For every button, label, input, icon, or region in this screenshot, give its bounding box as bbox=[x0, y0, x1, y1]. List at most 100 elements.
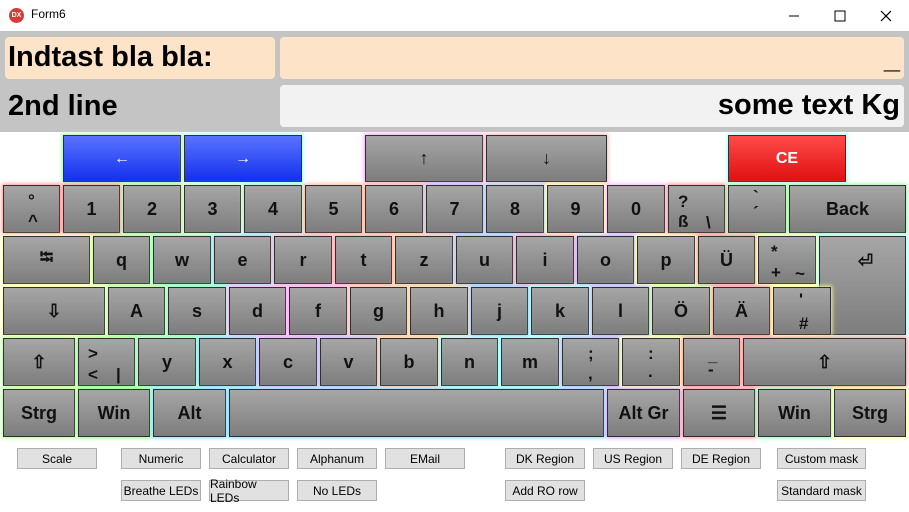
key-7[interactable]: 7 bbox=[426, 185, 483, 233]
key-altgr-char: ~ bbox=[795, 264, 805, 283]
add-ro-row-button[interactable]: Add RO row bbox=[505, 480, 585, 501]
key-9[interactable]: 9 bbox=[547, 185, 604, 233]
alphanum-button[interactable]: Alphanum bbox=[297, 448, 377, 469]
key-top-char: ; bbox=[588, 344, 594, 363]
arrow-down-key[interactable]: ↓ bbox=[486, 135, 607, 182]
scale-button[interactable]: Scale bbox=[17, 448, 97, 469]
key-q[interactable]: q bbox=[93, 236, 150, 284]
key-y[interactable]: y bbox=[138, 338, 196, 386]
key-bottom-char: < bbox=[88, 365, 98, 384]
key-8[interactable]: 8 bbox=[486, 185, 544, 233]
left-shift-key[interactable]: ⇧ bbox=[3, 338, 75, 386]
key-top-char: * bbox=[771, 242, 778, 261]
key-altgr-char: \ bbox=[706, 213, 711, 232]
de-region-button[interactable]: DE Region bbox=[681, 448, 761, 469]
key-bottom-char: ´ bbox=[753, 203, 759, 222]
text-cursor: _ bbox=[883, 43, 900, 75]
arrow-left-key[interactable]: ← bbox=[63, 135, 181, 182]
left-ctrl-key[interactable]: Strg bbox=[3, 389, 75, 437]
key-i[interactable]: i bbox=[516, 236, 574, 284]
key-top-char: > bbox=[88, 344, 98, 363]
key-m[interactable]: m bbox=[501, 338, 559, 386]
key-p[interactable]: p bbox=[637, 236, 695, 284]
key-o-umlaut[interactable]: Ö bbox=[652, 287, 710, 335]
key-comma[interactable]: ; , bbox=[562, 338, 619, 386]
alt-key[interactable]: Alt bbox=[153, 389, 226, 437]
key-h[interactable]: h bbox=[410, 287, 468, 335]
key-j[interactable]: j bbox=[471, 287, 528, 335]
key-1[interactable]: 1 bbox=[63, 185, 120, 233]
line2-input[interactable]: some text Kg bbox=[280, 85, 904, 127]
caps-lock-key[interactable]: ⇩ bbox=[3, 287, 105, 335]
key-minus[interactable]: _ - bbox=[683, 338, 740, 386]
key-x[interactable]: x bbox=[199, 338, 256, 386]
calculator-button[interactable]: Calculator bbox=[209, 448, 289, 469]
right-win-key[interactable]: Win bbox=[758, 389, 831, 437]
alt-gr-key[interactable]: Alt Gr bbox=[607, 389, 680, 437]
right-ctrl-key[interactable]: Strg bbox=[834, 389, 906, 437]
arrow-right-key[interactable]: → bbox=[184, 135, 302, 182]
close-button[interactable] bbox=[863, 0, 909, 31]
dk-region-button[interactable]: DK Region bbox=[505, 448, 585, 469]
key-z[interactable]: z bbox=[395, 236, 453, 284]
key-bottom-char: - bbox=[708, 360, 714, 379]
rainbow-leds-button[interactable]: Rainbow LEDs bbox=[209, 477, 289, 505]
key-a[interactable]: A bbox=[108, 287, 165, 335]
key-degree-caret[interactable]: ° ^ bbox=[3, 185, 60, 233]
us-region-button[interactable]: US Region bbox=[593, 448, 673, 469]
key-6[interactable]: 6 bbox=[365, 185, 423, 233]
key-u-umlaut[interactable]: Ü bbox=[698, 236, 755, 284]
key-2[interactable]: 2 bbox=[123, 185, 181, 233]
backspace-key[interactable]: Back bbox=[789, 185, 906, 233]
maximize-button[interactable] bbox=[817, 0, 863, 31]
key-0[interactable]: 0 bbox=[607, 185, 665, 233]
key-v[interactable]: v bbox=[320, 338, 377, 386]
menu-key[interactable]: ☰ bbox=[683, 389, 755, 437]
key-top-char: : bbox=[648, 344, 654, 363]
key-f[interactable]: f bbox=[289, 287, 347, 335]
arrow-up-key[interactable]: ↑ bbox=[365, 135, 483, 182]
key-w[interactable]: w bbox=[153, 236, 211, 284]
tab-key[interactable]: ⭾ bbox=[3, 236, 90, 284]
custom-mask-button[interactable]: Custom mask bbox=[777, 448, 866, 469]
key-s[interactable]: s bbox=[168, 287, 226, 335]
standard-mask-button[interactable]: Standard mask bbox=[777, 480, 866, 501]
numeric-button[interactable]: Numeric bbox=[121, 448, 201, 469]
key-l[interactable]: l bbox=[592, 287, 649, 335]
key-4[interactable]: 4 bbox=[244, 185, 302, 233]
key-less-greater[interactable]: > < | bbox=[78, 338, 135, 386]
key-o[interactable]: o bbox=[577, 236, 634, 284]
key-bottom-char: ß bbox=[678, 212, 689, 231]
input-panel: Indtast bla bla: _ 2nd line some text Kg bbox=[0, 31, 909, 132]
left-win-key[interactable]: Win bbox=[78, 389, 150, 437]
enter-key[interactable]: ⏎ bbox=[819, 236, 906, 335]
clear-entry-key[interactable]: CE bbox=[728, 135, 846, 182]
breathe-leds-button[interactable]: Breathe LEDs bbox=[121, 480, 201, 501]
key-r[interactable]: r bbox=[274, 236, 332, 284]
key-c[interactable]: c bbox=[259, 338, 317, 386]
key-a-umlaut[interactable]: Ä bbox=[713, 287, 770, 335]
key-t[interactable]: t bbox=[335, 236, 392, 284]
key-plus-asterisk[interactable]: * + ~ bbox=[758, 236, 816, 284]
key-e[interactable]: e bbox=[214, 236, 271, 284]
key-hash[interactable]: ' # bbox=[773, 287, 831, 335]
key-n[interactable]: n bbox=[441, 338, 498, 386]
key-k[interactable]: k bbox=[531, 287, 589, 335]
key-bottom-char: ^ bbox=[28, 211, 38, 230]
key-period[interactable]: : . bbox=[622, 338, 680, 386]
key-b[interactable]: b bbox=[380, 338, 438, 386]
key-d[interactable]: d bbox=[229, 287, 286, 335]
key-3[interactable]: 3 bbox=[184, 185, 241, 233]
key-5[interactable]: 5 bbox=[305, 185, 362, 233]
no-leds-button[interactable]: No LEDs bbox=[297, 480, 377, 501]
line1-input[interactable]: _ bbox=[280, 37, 904, 79]
right-shift-key[interactable]: ⇧ bbox=[743, 338, 906, 386]
spacebar-key[interactable] bbox=[229, 389, 604, 437]
key-accent[interactable]: ` ´ bbox=[728, 185, 786, 233]
key-question-sz[interactable]: ? ß \ bbox=[668, 185, 725, 233]
key-g[interactable]: g bbox=[350, 287, 407, 335]
minimize-icon bbox=[789, 15, 799, 16]
email-button[interactable]: EMail bbox=[385, 448, 465, 469]
key-u[interactable]: u bbox=[456, 236, 513, 284]
minimize-button[interactable] bbox=[771, 0, 817, 31]
